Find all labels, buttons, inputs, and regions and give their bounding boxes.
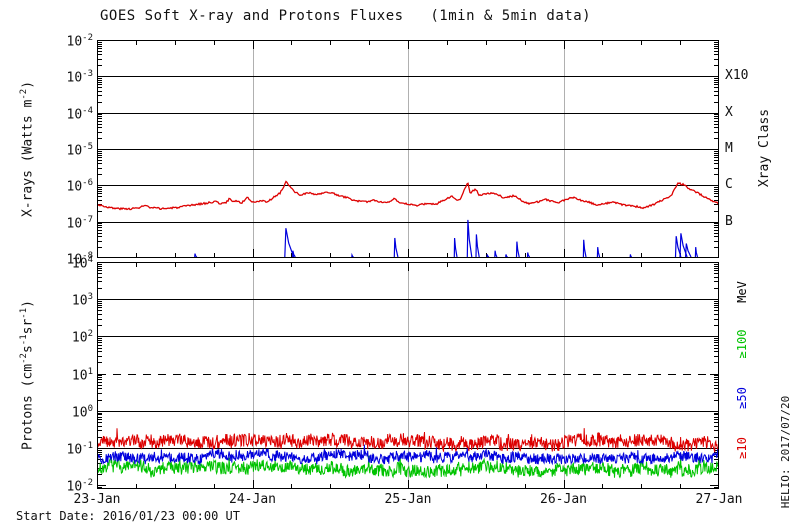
y-tick-label: 10-6: [66, 178, 94, 195]
goes-flux-chart: GOES Soft X-ray and Protons Fluxes (1min…: [0, 0, 800, 530]
proton-axis-text2: s: [20, 345, 36, 354]
proton-axis-text3: sr: [20, 318, 36, 335]
y-tick-label: 10-1: [66, 441, 94, 458]
helio-watermark: HELIO: 2017/07/20: [779, 395, 792, 509]
y-tick-label: 10-7: [66, 214, 94, 231]
proton-axis-sup2: -1: [19, 334, 29, 346]
proton-energy-label: ≥10: [735, 437, 749, 459]
proton-axis-sup: -2: [19, 353, 29, 364]
xray-class-label: X: [725, 104, 733, 120]
x-tick-label: 25-Jan: [384, 492, 432, 507]
x-tick-label: 26-Jan: [540, 492, 587, 507]
proton-y-axis-title: Protons (cm-2s-1sr-1): [19, 255, 35, 495]
x-tick-label: 24-Jan: [229, 492, 276, 507]
x-tick-label: 27-Jan: [695, 492, 743, 507]
proton-flux-panel: [97, 262, 719, 489]
xray-axis-text2: ): [20, 80, 36, 89]
xray-class-label: B: [725, 213, 733, 229]
proton-axis-text4: ): [20, 300, 36, 308]
xray-class-label: X10: [725, 68, 749, 84]
proton-axis-sup3: -1: [19, 307, 29, 319]
y-tick-label: 102: [71, 329, 93, 346]
xray-y-axis-title: X-rays (Watts m-2): [19, 39, 35, 259]
y-tick-label: 100: [71, 403, 93, 421]
xray-flux-panel: [97, 40, 719, 258]
xray-axis-sup: -2: [19, 88, 29, 100]
chart-title: GOES Soft X-ray and Protons Fluxes (1min…: [100, 8, 592, 24]
y-tick-label: 10-2: [66, 33, 94, 50]
start-date-label: Start Date: 2016/01/23 00:00 UT: [16, 509, 240, 523]
y-tick-label: 104: [71, 255, 93, 272]
y-tick-label: 103: [71, 292, 93, 309]
xray-class-label: C: [725, 177, 733, 193]
y-tick-label: 10-3: [66, 69, 94, 86]
xray-axis-text: X-rays (Watts m: [20, 99, 36, 218]
xray-class-label: M: [725, 141, 733, 156]
proton-axis-text: Protons (cm: [20, 363, 36, 450]
y-tick-label: 10-4: [66, 105, 94, 122]
y-tick-label: 10-5: [66, 142, 94, 159]
y-tick-label: 101: [71, 366, 93, 383]
x-tick-label: 23-Jan: [73, 492, 121, 507]
